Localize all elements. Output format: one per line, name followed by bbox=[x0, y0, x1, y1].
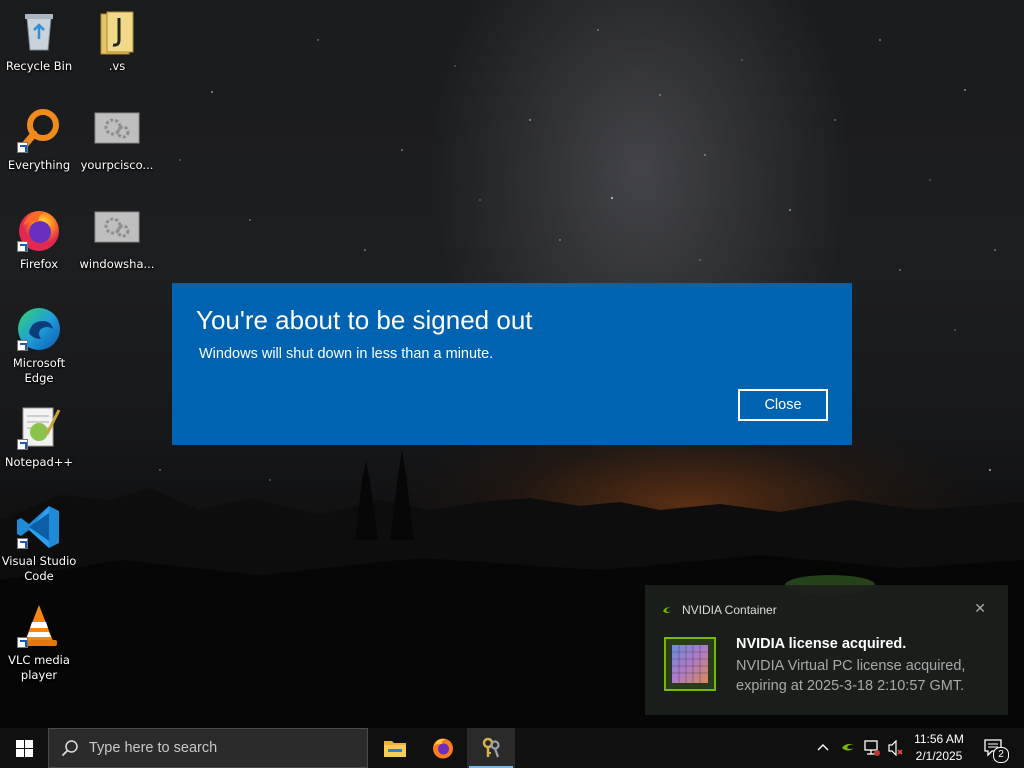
firefox-icon bbox=[15, 206, 63, 254]
taskbar: 11:56 AM 2/1/2025 2 bbox=[0, 728, 1024, 768]
desktop-icon-label: Visual Studio Code bbox=[1, 554, 77, 583]
taskbar-file-explorer[interactable] bbox=[371, 728, 419, 768]
search-input[interactable] bbox=[89, 729, 359, 767]
desktop-icon-label: Firefox bbox=[19, 257, 59, 271]
tray-nvidia-icon[interactable] bbox=[838, 728, 858, 768]
vscode-icon bbox=[15, 503, 63, 551]
clock-date: 2/1/2025 bbox=[915, 749, 963, 763]
desktop-icon-label: yourpcisco... bbox=[80, 158, 154, 172]
vlc-icon bbox=[15, 602, 63, 650]
sign-out-dialog: You're about to be signed out Windows wi… bbox=[172, 283, 852, 445]
tray-volume-muted-icon[interactable] bbox=[884, 728, 906, 768]
shortcut-arrow-icon bbox=[17, 340, 28, 351]
desktop-icon-label: Microsoft Edge bbox=[12, 356, 66, 385]
shortcut-arrow-icon bbox=[17, 142, 28, 153]
desktop-icon-microsoft-edge[interactable]: Microsoft Edge bbox=[1, 305, 77, 386]
toast-header: NVIDIA Container bbox=[662, 603, 777, 617]
dialog-title: You're about to be signed out bbox=[196, 305, 533, 335]
toast-title: NVIDIA license acquired. bbox=[736, 636, 907, 652]
shortcut-arrow-icon bbox=[17, 637, 28, 648]
desktop-icon-label: VLC media player bbox=[8, 653, 70, 682]
taskbar-clock[interactable]: 11:56 AM 2/1/2025 bbox=[908, 728, 970, 768]
desktop-icon-label: Everything bbox=[7, 158, 71, 172]
toast-body: NVIDIA Virtual PC license acquired, expi… bbox=[736, 658, 966, 694]
folder-icon bbox=[93, 8, 141, 56]
nvidia-small-icon bbox=[663, 607, 671, 613]
gear-image-icon bbox=[93, 107, 141, 155]
desktop-icon-label: windowsha... bbox=[79, 257, 155, 271]
desktop-icon-firefox[interactable]: Firefox bbox=[1, 206, 77, 272]
file-explorer-icon bbox=[384, 741, 406, 757]
desktop-icon-label: .vs bbox=[108, 59, 126, 73]
notification-count-badge: 2 bbox=[993, 747, 1009, 763]
desktop-icon-recycle-bin[interactable]: Recycle Bin bbox=[1, 8, 77, 74]
clock-time: 11:56 AM bbox=[914, 732, 964, 746]
desktop-icon-notepad-plus-plus[interactable]: Notepad++ bbox=[1, 404, 77, 470]
taskbar-firefox[interactable] bbox=[419, 728, 467, 768]
desktop-icon-everything[interactable]: Everything bbox=[1, 107, 77, 173]
everything-search-icon bbox=[15, 107, 63, 155]
shortcut-arrow-icon bbox=[17, 538, 28, 549]
gear-image-icon bbox=[93, 206, 141, 254]
dialog-message: Windows will shut down in less than a mi… bbox=[199, 346, 494, 362]
toast-app-name: NVIDIA Container bbox=[682, 603, 777, 617]
recycle-bin-icon bbox=[15, 8, 63, 56]
close-button[interactable]: Close bbox=[738, 389, 828, 421]
shortcut-arrow-icon bbox=[17, 241, 28, 252]
desktop-icon-windowsha[interactable]: windowsha... bbox=[79, 206, 155, 272]
close-icon[interactable]: ✕ bbox=[974, 601, 986, 617]
search-box[interactable] bbox=[48, 728, 368, 768]
desktop-icon-yourpcisco[interactable]: yourpcisco... bbox=[79, 107, 155, 173]
tray-network-icon[interactable] bbox=[860, 728, 884, 768]
desktop-icon-vscode[interactable]: Visual Studio Code bbox=[1, 503, 77, 584]
desktop-icon-label: Notepad++ bbox=[4, 455, 74, 469]
gpu-chip-icon bbox=[664, 637, 716, 691]
desktop-icon-vs-folder[interactable]: .vs bbox=[79, 8, 155, 74]
toast-notification[interactable]: NVIDIA Container ✕ NVIDIA license acquir… bbox=[645, 585, 1008, 715]
shortcut-arrow-icon bbox=[17, 439, 28, 450]
search-icon bbox=[61, 740, 78, 757]
action-center-button[interactable]: 2 bbox=[978, 728, 1018, 768]
keys-icon bbox=[482, 737, 500, 758]
desktop-icon-vlc[interactable]: VLC media player bbox=[1, 602, 77, 683]
start-button[interactable] bbox=[0, 728, 48, 768]
taskbar-keys-app[interactable] bbox=[467, 728, 515, 768]
desktop-icon-label: Recycle Bin bbox=[5, 59, 73, 73]
edge-icon bbox=[15, 305, 63, 353]
windows-logo-icon bbox=[16, 740, 33, 757]
firefox-icon bbox=[433, 738, 453, 759]
notepad-plus-plus-icon bbox=[15, 404, 63, 452]
tray-chevron-up-icon[interactable] bbox=[812, 728, 834, 768]
